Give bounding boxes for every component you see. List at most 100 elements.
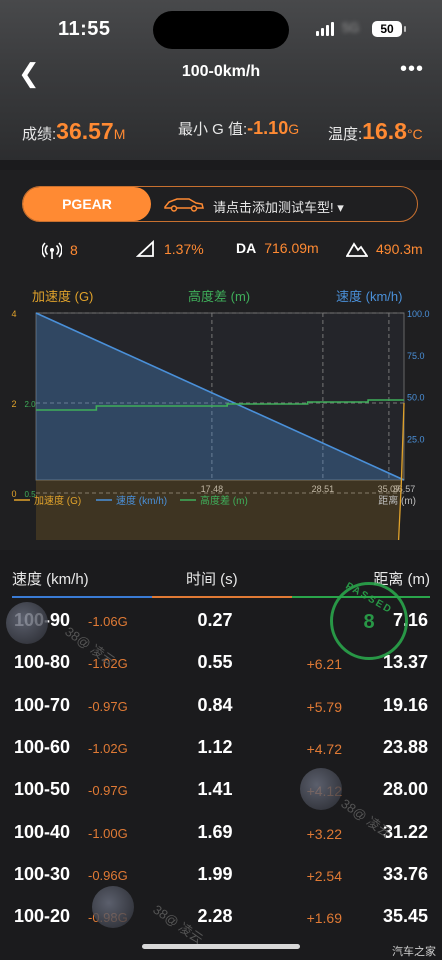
table-row: 100-70 -0.97G 0.84 +5.79 19.16 <box>0 685 442 727</box>
time-cell: 1.69 <box>197 821 233 842</box>
distance-cell: 23.88 <box>382 736 428 757</box>
g-cell: -0.96G <box>88 867 128 883</box>
signal-icon <box>316 22 334 36</box>
g-cell: -1.02G <box>88 740 128 756</box>
score-label: 成绩: <box>22 126 57 143</box>
range-cell: 100-20 <box>14 906 71 927</box>
score-unit: M <box>113 126 126 142</box>
legend-label: 高度差 (m) <box>200 494 248 507</box>
distance-cell: 19.16 <box>382 694 428 715</box>
y-left-tick-label: 0 <box>11 489 16 499</box>
y-right-tick-label: 100.0 <box>407 310 430 319</box>
time-header: 时间 (s) <box>186 571 238 588</box>
temperature-stat: 温度:16.8°C <box>328 118 423 145</box>
min-g-stat: 最小 G 值:-1.10G <box>178 118 299 139</box>
device-brand-button[interactable]: PGEAR <box>23 187 151 221</box>
y-mid-title: 高度差 (m) <box>188 289 251 304</box>
increment-cell: +2.54 <box>306 867 342 884</box>
increment-cell: +5.79 <box>306 698 342 715</box>
home-indicator[interactable] <box>142 944 300 949</box>
time-cell: 1.99 <box>197 863 233 884</box>
mountain-icon <box>346 242 368 257</box>
device-selector[interactable]: PGEAR 请点击添加测试车型! ▾ <box>22 186 418 222</box>
range-cell: 100-80 <box>14 652 71 673</box>
min-g-value: -1.10 <box>247 118 289 138</box>
add-car-prompt[interactable]: 请点击添加测试车型! ▾ <box>213 197 344 216</box>
avatar <box>92 886 134 928</box>
time-cell: 0.27 <box>197 610 233 630</box>
more-icon[interactable]: ••• <box>400 58 424 81</box>
slope-value: 1.37% <box>164 241 204 257</box>
chart-axis-titles: 加速度 (G) 高度差 (m) 速度 (km/h) <box>0 286 442 306</box>
range-cell: 100-30 <box>14 863 71 884</box>
time-header-underline <box>152 596 292 598</box>
time-cell: 1.12 <box>197 736 233 757</box>
metrics-row: 8 1.37% DA 716.09m 490.3m <box>0 240 442 266</box>
temperature-value: 16.8 <box>362 118 407 144</box>
slope-icon <box>136 240 154 257</box>
temperature-label: 温度: <box>328 126 363 143</box>
slope-metric: 1.37% <box>136 240 204 258</box>
altitude-value: 490.3m <box>376 241 423 257</box>
nav-bar: ❮ 100-0km/h ••• <box>0 56 442 90</box>
density-altitude-metric: DA 716.09m <box>236 240 319 256</box>
status-bar: 11:55 5G 50 <box>0 0 442 56</box>
avatar <box>300 768 342 810</box>
speed-header: 速度 (km/h) <box>12 571 89 588</box>
g-cell: -1.06G <box>88 614 128 629</box>
range-cell: 100-50 <box>14 779 71 800</box>
g-cell: -0.97G <box>88 783 128 799</box>
min-g-unit: G <box>288 121 300 137</box>
g-cell: -1.00G <box>88 825 128 841</box>
increment-cell: +1.69 <box>306 910 342 927</box>
increment-cell: +3.22 <box>306 825 342 842</box>
passed-stamp: PASSED 8 <box>330 581 408 660</box>
da-label: DA <box>236 240 257 256</box>
y-right-tick-label: 75.0 <box>407 351 425 361</box>
y-right-tick-label: 50.0 <box>407 393 425 403</box>
satellite-icon <box>42 242 62 259</box>
range-cell: 100-60 <box>14 736 71 757</box>
battery-icon: 50 <box>372 21 406 37</box>
score-stat: 成绩:36.57M <box>22 118 125 145</box>
brand-watermark: 汽车之家 <box>392 946 436 958</box>
time-cell: 0.55 <box>197 652 233 673</box>
increment-cell: +4.72 <box>306 740 342 757</box>
distance-cell: 33.76 <box>382 863 428 884</box>
x-axis-label: 距离 (m) <box>378 494 416 507</box>
speed-header-underline <box>12 596 152 598</box>
stamp-count: 8 <box>363 611 375 633</box>
test-card: PGEAR 请点击添加测试车型! ▾ 8 1.37% DA 716.09m 49… <box>0 170 442 550</box>
altitude-metric: 490.3m <box>346 240 423 258</box>
y-altitude-tick-label: 2.0 <box>24 400 36 409</box>
time-cell: 1.41 <box>197 779 233 800</box>
table-row: 100-50-0.97G1.41+4.1228.00 <box>0 769 442 811</box>
test-chart: 17.4828.5135.0736.57420-22.00.51.0100.07… <box>11 310 430 540</box>
distance-cell: 13.37 <box>382 652 428 673</box>
min-g-label: 最小 G 值: <box>178 121 248 138</box>
distance-cell: 28.00 <box>382 779 428 800</box>
page-title: 100-0km/h <box>181 63 261 80</box>
time-cell: 0.84 <box>197 694 233 715</box>
car-icon <box>164 198 204 212</box>
y-right-title: 速度 (km/h) <box>336 289 403 304</box>
temperature-unit: °C <box>406 126 423 142</box>
table-row: 100-60 -1.02G 1.12 +4.72 23.88 <box>0 727 442 769</box>
status-time: 11:55 <box>58 18 111 40</box>
distance-cell: 35.45 <box>382 906 428 927</box>
increment-cell: +6.21 <box>306 656 342 673</box>
da-value: 716.09m <box>264 240 319 256</box>
y-left-tick-label: 4 <box>11 310 16 319</box>
y-right-tick-label: 25.0 <box>407 434 425 444</box>
g-cell: -0.97G <box>88 698 128 714</box>
result-stats: 成绩:36.57M 最小 G 值:-1.10G 温度:16.8°C <box>0 118 442 152</box>
dynamic-island <box>153 11 289 49</box>
range-cell: 100-70 <box>14 694 71 715</box>
satellite-metric: 8 <box>42 240 78 260</box>
satellite-count: 8 <box>70 242 78 258</box>
legend-label: 加速度 (G) <box>34 494 81 507</box>
y-left-title: 加速度 (G) <box>32 289 94 304</box>
legend-label: 速度 (km/h) <box>116 494 167 507</box>
carrier-label: 5G <box>342 20 360 35</box>
avatar <box>6 602 48 644</box>
